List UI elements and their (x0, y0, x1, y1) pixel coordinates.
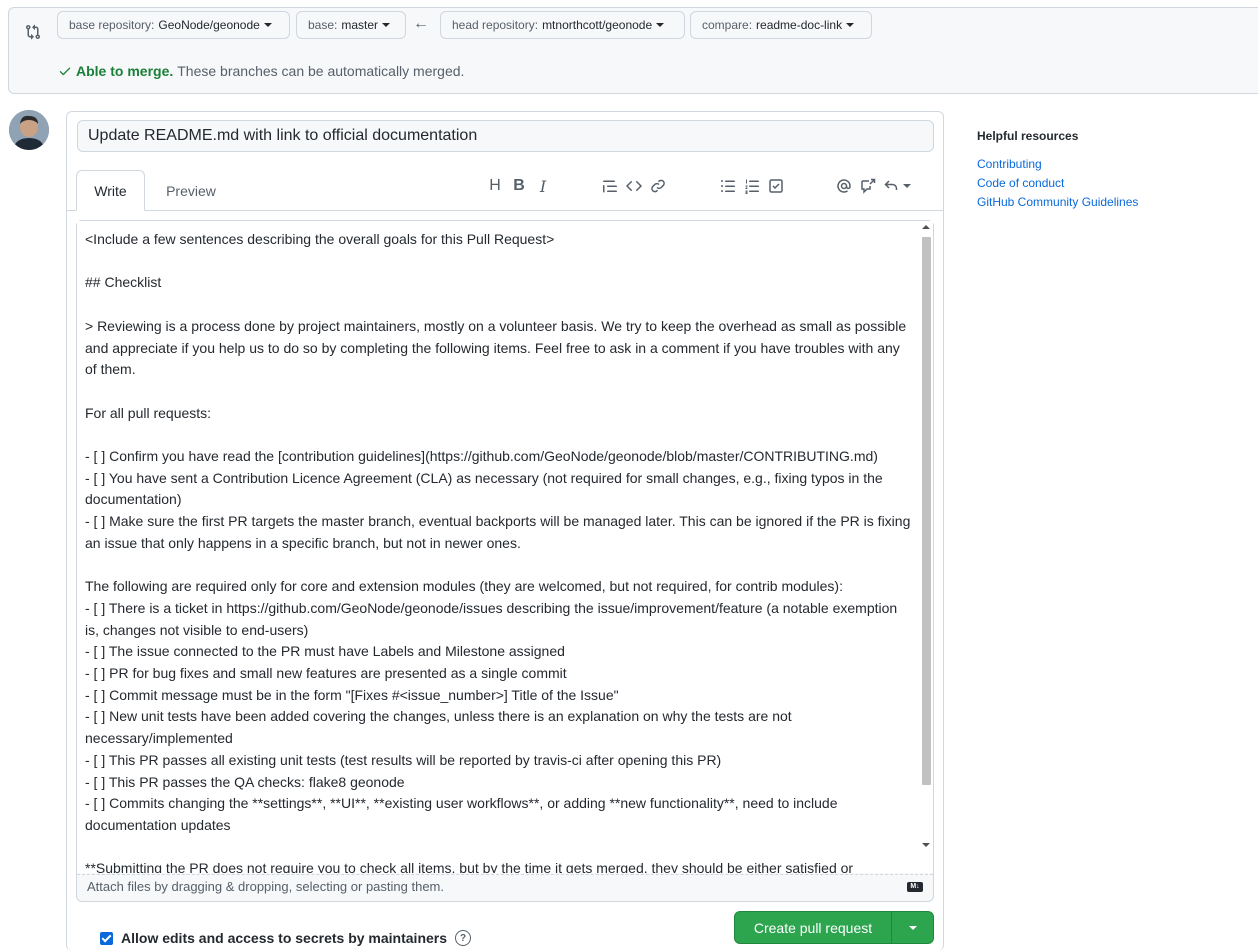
create-options-dropdown[interactable] (892, 925, 933, 930)
allow-edits-option[interactable]: Allow edits and access to secrets by mai… (100, 930, 472, 946)
arrow-left-icon: ← (413, 15, 429, 32)
chevron-down-icon (382, 23, 391, 27)
create-pull-request-button[interactable]: Create pull request (735, 920, 891, 936)
scroll-up-icon[interactable] (922, 225, 930, 229)
format-toolbar-extra (832, 176, 914, 196)
base-repository-label: base repository: (69, 18, 155, 32)
format-toolbar-text: H B I (483, 176, 555, 196)
chevron-down-icon (846, 23, 855, 27)
compare-branch-label: compare: (702, 18, 753, 32)
format-toolbar-insert (598, 176, 670, 196)
chevron-down-icon (263, 23, 272, 27)
base-repository-value: GeoNode/geonode (158, 18, 260, 32)
tab-preview[interactable]: Preview (145, 170, 237, 211)
community-guidelines-link[interactable]: GitHub Community Guidelines (977, 193, 1138, 212)
saved-replies-icon[interactable] (880, 176, 914, 196)
tab-write[interactable]: Write (76, 170, 145, 211)
base-branch-label: base: (308, 18, 338, 32)
unordered-list-icon[interactable] (716, 176, 740, 196)
helpful-resources-list: Contributing Code of conduct GitHub Comm… (977, 155, 1138, 212)
attach-files-bar[interactable]: Attach files by dragging & dropping, sel… (77, 874, 933, 901)
head-repository-select[interactable]: head repository: mtnorthcott/geonode (440, 11, 685, 39)
task-list-icon[interactable] (764, 176, 788, 196)
allow-edits-checkbox[interactable] (100, 931, 113, 945)
merge-status: Able to merge. These branches can be aut… (58, 63, 464, 79)
help-icon[interactable]: ? (455, 930, 472, 946)
git-compare-icon (26, 24, 41, 40)
check-icon (59, 67, 71, 76)
mention-icon[interactable] (832, 176, 856, 196)
code-of-conduct-link[interactable]: Code of conduct (977, 174, 1138, 193)
head-repository-label: head repository: (452, 18, 539, 32)
chevron-down-icon (903, 184, 911, 188)
attach-files-text: Attach files by dragging & dropping, sel… (87, 879, 444, 894)
chevron-down-icon (656, 23, 665, 27)
merge-ok-text: Able to merge. (76, 63, 174, 79)
format-toolbar-lists (716, 176, 788, 196)
head-repository-value: mtnorthcott/geonode (542, 18, 653, 32)
markdown-icon[interactable]: M↓ (907, 882, 923, 892)
base-repository-select[interactable]: base repository: GeoNode/geonode (57, 11, 290, 39)
bold-button[interactable]: B (507, 176, 531, 196)
contributing-link[interactable]: Contributing (977, 155, 1138, 174)
helpful-resources-title: Helpful resources (977, 129, 1079, 143)
scrollbar-thumb[interactable] (922, 237, 931, 785)
italic-button[interactable]: I (531, 176, 555, 196)
cross-reference-icon[interactable] (856, 176, 880, 196)
create-pull-request-button-group: Create pull request (734, 911, 934, 944)
compare-branch-value: readme-doc-link (756, 18, 843, 32)
base-branch-value: master (341, 18, 379, 32)
link-icon[interactable] (646, 176, 670, 196)
ordered-list-icon[interactable] (740, 176, 764, 196)
avatar[interactable] (9, 110, 49, 150)
quote-icon[interactable] (598, 176, 622, 196)
user-avatar-image (9, 110, 49, 150)
pr-title-input[interactable] (77, 120, 934, 152)
editor-scrollbar[interactable] (919, 221, 933, 873)
code-icon[interactable] (622, 176, 646, 196)
merge-description: These branches can be automatically merg… (177, 63, 465, 79)
allow-edits-label: Allow edits and access to secrets by mai… (121, 930, 448, 946)
scroll-down-icon[interactable] (922, 843, 930, 847)
pr-body-textarea[interactable]: <Include a few sentences describing the … (77, 221, 919, 873)
compare-branch-select[interactable]: compare: readme-doc-link (690, 11, 872, 39)
heading-button[interactable]: H (483, 176, 507, 196)
base-branch-select[interactable]: base: master (296, 11, 406, 39)
chevron-down-icon (908, 925, 917, 930)
